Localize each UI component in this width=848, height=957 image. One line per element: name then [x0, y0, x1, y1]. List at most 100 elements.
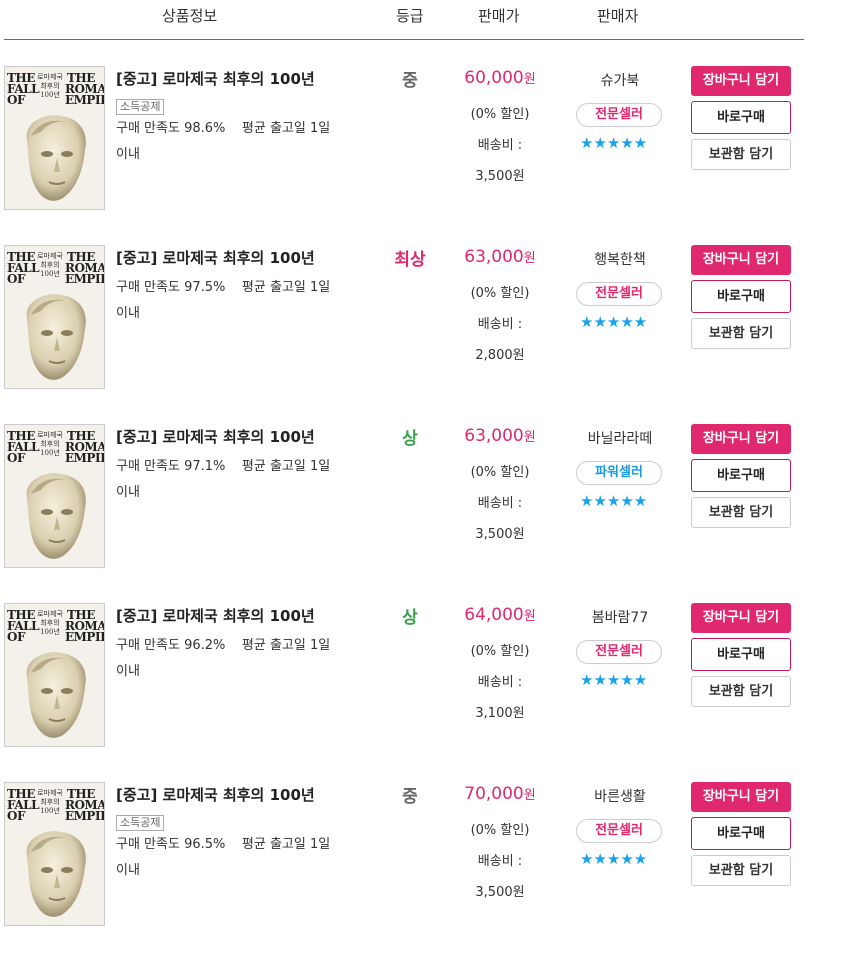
seller-name-link[interactable]: 바른생활: [570, 786, 670, 806]
income-deduction-badge: 소득공제: [116, 99, 165, 115]
book-cover-image[interactable]: THEFALLOF 로마제국최후의100년 THEROMANEMPIRE: [4, 245, 105, 389]
satisfaction-text: 구매 만족도 97.5% 평균 출고일 1일: [116, 280, 331, 295]
add-to-cart-button[interactable]: 장바구니 담기: [691, 782, 791, 812]
add-to-wishlist-button[interactable]: 보관함 담기: [691, 676, 791, 707]
shipping-label: 배송비 :: [477, 138, 523, 153]
seller-rating-stars: ★★★★★: [580, 671, 648, 689]
seller-rating-stars: ★★★★★: [580, 492, 648, 510]
book-cover-image[interactable]: THEFALLOF 로마제국최후의100년 THEROMANEMPIRE: [4, 66, 105, 210]
seller-rating-stars: ★★★★★: [580, 850, 648, 868]
satisfaction-text: 구매 만족도 96.2% 평균 출고일 1일: [116, 638, 331, 653]
add-to-wishlist-button[interactable]: 보관함 담기: [691, 497, 791, 528]
cover-title-kr: 로마제국 최후의 100년: [37, 73, 63, 99]
header-grade: 등급: [396, 7, 424, 25]
bust-illustration: [26, 473, 86, 559]
condition-grade: 중: [402, 787, 418, 807]
book-cover-image[interactable]: THEFALLOF 로마제국최후의100년 THEROMANEMPIRE: [4, 603, 105, 747]
ship-time-cont: 이내: [116, 485, 140, 500]
shipping-label: 배송비 :: [477, 496, 523, 511]
product-title-link[interactable]: [중고] 로마제국 최후의 100년: [116, 247, 315, 268]
listing-row: THEFALLOF 로마제국최후의100년 THEROMANEMPIRE [중고…: [0, 245, 848, 420]
buy-now-button[interactable]: 바로구매: [691, 638, 791, 671]
table-header: 상품정보 등급 판매가 판매자: [0, 0, 848, 40]
listing-row: THEFALLOF 로마제국최후의100년 THEROMANEMPIRE [중고…: [0, 66, 848, 241]
sale-price: 64,000원: [464, 605, 536, 625]
book-cover-image[interactable]: THEFALLOF 로마제국최후의100년 THEROMANEMPIRE: [4, 782, 105, 926]
shipping-label: 배송비 :: [477, 854, 523, 869]
satisfaction-text: 구매 만족도 97.1% 평균 출고일 1일: [116, 459, 331, 474]
sale-price: 70,000원: [464, 784, 536, 804]
discount-rate: (0% 할인): [470, 823, 530, 838]
cover-title-right: THEROMANEMPIRE: [65, 608, 104, 644]
add-to-cart-button[interactable]: 장바구니 담기: [691, 424, 791, 454]
ship-time-cont: 이내: [116, 863, 140, 878]
bust-illustration: [26, 831, 86, 917]
bust-illustration: [26, 652, 86, 738]
shipping-fee: 2,800원: [475, 348, 525, 363]
bust-illustration: [26, 294, 86, 380]
product-title-link[interactable]: [중고] 로마제국 최후의 100년: [116, 426, 315, 447]
buy-now-button[interactable]: 바로구매: [691, 817, 791, 850]
seller-grade-badge: 전문셀러: [576, 819, 662, 843]
add-to-cart-button[interactable]: 장바구니 담기: [691, 66, 791, 96]
sale-price: 60,000원: [464, 68, 536, 88]
listing-row: THEFALLOF 로마제국최후의100년 THEROMANEMPIRE [중고…: [0, 782, 848, 957]
seller-name-link[interactable]: 바닐라라떼: [570, 428, 670, 448]
cover-title-right: THEROMANEMPIRE: [65, 787, 104, 823]
condition-grade: 상: [402, 429, 418, 449]
seller-name-link[interactable]: 슈가북: [570, 70, 670, 90]
discount-rate: (0% 할인): [470, 107, 530, 122]
seller-name-link[interactable]: 봄바람77: [570, 607, 670, 627]
listing-row: THEFALLOF 로마제국최후의100년 THEROMANEMPIRE [중고…: [0, 424, 848, 599]
seller-rating-stars: ★★★★★: [580, 313, 648, 331]
seller-grade-badge: 파워셀러: [576, 461, 662, 485]
header-product-info: 상품정보: [162, 7, 218, 25]
shipping-fee: 3,500원: [475, 527, 525, 542]
seller-grade-badge: 전문셀러: [576, 640, 662, 664]
add-to-wishlist-button[interactable]: 보관함 담기: [691, 855, 791, 886]
seller-grade-badge: 전문셀러: [576, 282, 662, 306]
sale-price: 63,000원: [464, 426, 536, 446]
seller-rating-stars: ★★★★★: [580, 134, 648, 152]
header-price: 판매가: [478, 7, 520, 25]
satisfaction-text: 구매 만족도 98.6% 평균 출고일 1일: [116, 121, 331, 136]
sale-price: 63,000원: [464, 247, 536, 267]
add-to-cart-button[interactable]: 장바구니 담기: [691, 603, 791, 633]
discount-rate: (0% 할인): [470, 286, 530, 301]
cover-title-kr: 로마제국 최후의 100년: [37, 789, 63, 815]
bust-illustration: [26, 115, 86, 201]
shipping-fee: 3,500원: [475, 885, 525, 900]
ship-time-cont: 이내: [116, 147, 140, 162]
listing-row: THEFALLOF 로마제국최후의100년 THEROMANEMPIRE [중고…: [0, 603, 848, 778]
shipping-label: 배송비 :: [477, 317, 523, 332]
ship-time-cont: 이내: [116, 306, 140, 321]
add-to-cart-button[interactable]: 장바구니 담기: [691, 245, 791, 275]
product-title-link[interactable]: [중고] 로마제국 최후의 100년: [116, 784, 315, 805]
ship-time-cont: 이내: [116, 664, 140, 679]
header-divider: [4, 39, 804, 40]
add-to-wishlist-button[interactable]: 보관함 담기: [691, 139, 791, 170]
cover-title-right: THEROMANEMPIRE: [65, 429, 104, 465]
shipping-label: 배송비 :: [477, 675, 523, 690]
buy-now-button[interactable]: 바로구매: [691, 459, 791, 492]
discount-rate: (0% 할인): [470, 644, 530, 659]
cover-title-kr: 로마제국 최후의 100년: [37, 431, 63, 457]
product-title-link[interactable]: [중고] 로마제국 최후의 100년: [116, 605, 315, 626]
shipping-fee: 3,500원: [475, 169, 525, 184]
buy-now-button[interactable]: 바로구매: [691, 101, 791, 134]
add-to-wishlist-button[interactable]: 보관함 담기: [691, 318, 791, 349]
cover-title-kr: 로마제국 최후의 100년: [37, 610, 63, 636]
seller-name-link[interactable]: 행복한책: [570, 249, 670, 269]
cover-title-kr: 로마제국 최후의 100년: [37, 252, 63, 278]
discount-rate: (0% 할인): [470, 465, 530, 480]
condition-grade: 상: [402, 608, 418, 628]
shipping-fee: 3,100원: [475, 706, 525, 721]
seller-grade-badge: 전문셀러: [576, 103, 662, 127]
condition-grade: 최상: [394, 250, 426, 270]
book-cover-image[interactable]: THEFALLOF 로마제국최후의100년 THEROMANEMPIRE: [4, 424, 105, 568]
header-seller: 판매자: [597, 7, 639, 25]
condition-grade: 중: [402, 71, 418, 91]
cover-title-right: THEROMANEMPIRE: [65, 71, 104, 107]
product-title-link[interactable]: [중고] 로마제국 최후의 100년: [116, 68, 315, 89]
buy-now-button[interactable]: 바로구매: [691, 280, 791, 313]
